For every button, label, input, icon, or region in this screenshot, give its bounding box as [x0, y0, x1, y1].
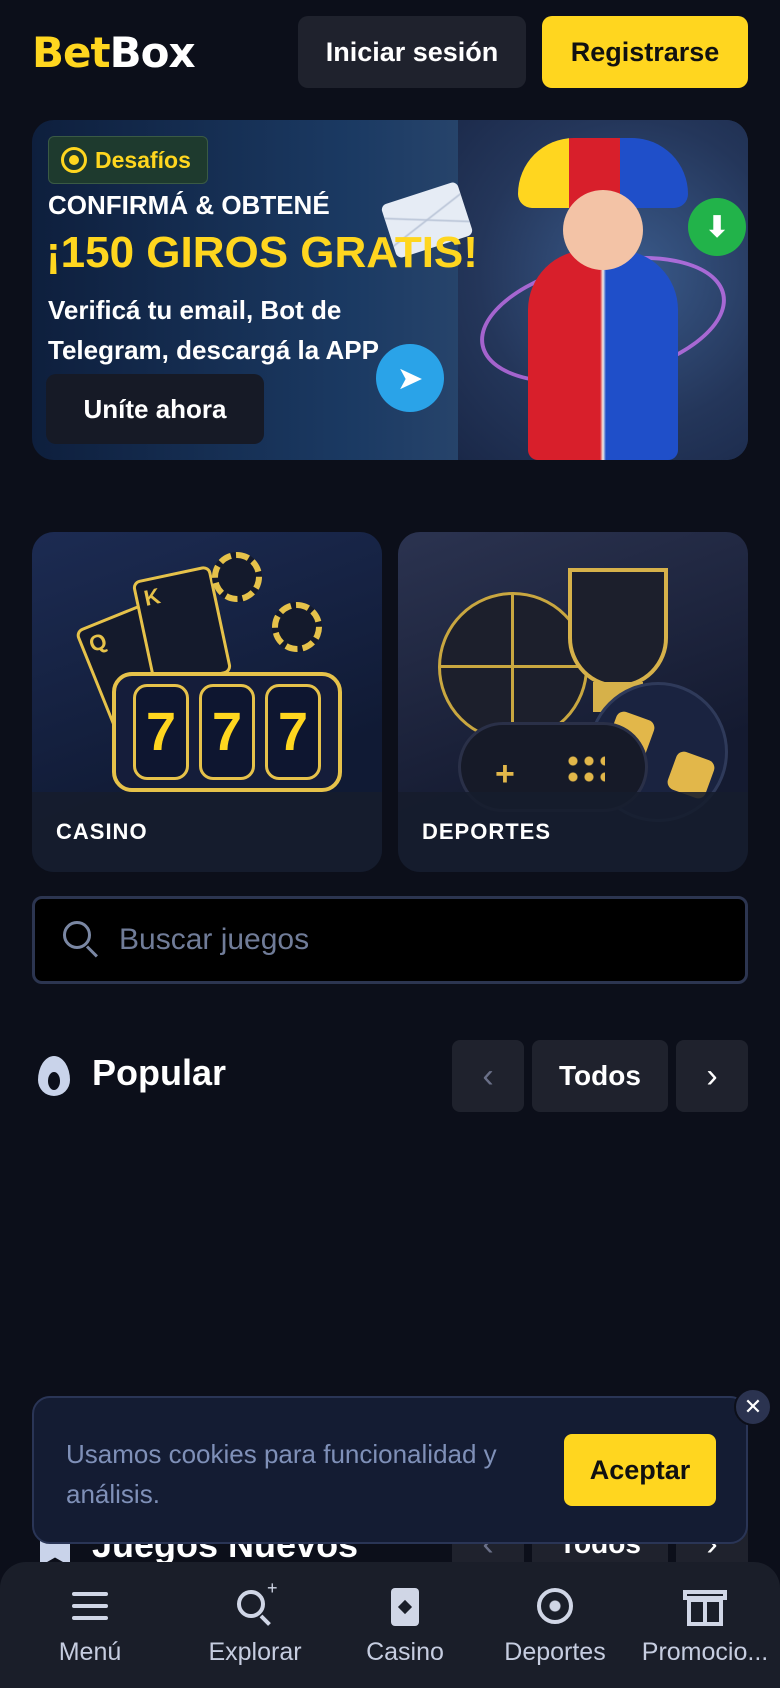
nav-label-sports: Deportes	[504, 1638, 606, 1666]
search-bar[interactable]	[32, 896, 748, 984]
explore-icon-plus: +	[267, 1578, 278, 1598]
jester-illustration	[458, 120, 748, 460]
popular-title: Popular	[92, 1052, 227, 1093]
cookie-accept-button[interactable]: Aceptar	[564, 1434, 716, 1506]
popular-section-header: Popular ‹ Todos ›	[32, 1040, 748, 1112]
download-icon: ⬇	[688, 198, 746, 256]
dpad-glyph: +	[495, 755, 515, 793]
popular-next-button[interactable]: ›	[676, 1040, 748, 1112]
nav-item-explore[interactable]: + Explorar	[180, 1562, 330, 1688]
promo-banner[interactable]: ➤ ⬇ Desafíos CONFIRMÁ & OBTENÉ ¡150 GIRO…	[32, 120, 748, 460]
slot-reel: 7	[199, 684, 255, 780]
casino-chip-icon	[272, 602, 322, 652]
cookie-banner: Usamos cookies para funcionalidad y anál…	[32, 1396, 748, 1544]
challenges-badge-label: Desafíos	[95, 146, 191, 173]
menu-bar	[72, 1592, 108, 1596]
logo-part-box: Box	[109, 27, 196, 77]
gift-icon	[683, 1584, 727, 1628]
jester-body	[528, 250, 678, 460]
explore-icon-handle	[259, 1614, 271, 1626]
gamepad-buttons	[565, 753, 605, 783]
menu-icon	[68, 1584, 112, 1628]
jester-head	[563, 190, 643, 270]
login-button[interactable]: Iniciar sesión	[298, 16, 526, 88]
slot-machine-icon: 7 7 7	[112, 672, 342, 792]
flame-icon	[38, 1056, 70, 1096]
nav-item-promotions[interactable]: Promocio...	[630, 1562, 780, 1688]
cookie-text: Usamos cookies para funcionalidad y anál…	[66, 1439, 497, 1509]
search-icon-handle	[85, 945, 98, 958]
category-label-casino: CASINO	[32, 792, 382, 872]
logo-part-bet: Bet	[32, 27, 111, 77]
banner-title: ¡150 GIROS GRATIS!	[46, 228, 478, 277]
banner-description: Verificá tu email, Bot de Telegram, desc…	[48, 295, 379, 365]
register-button[interactable]: Registrarse	[542, 16, 748, 88]
explore-icon-circle	[237, 1590, 265, 1618]
casino-card-shape	[391, 1588, 419, 1626]
casino-chip-icon	[212, 552, 262, 602]
betbox-logo[interactable]: BetBox	[32, 27, 196, 77]
bottom-navigation: Menú + Explorar Casino Deportes Promocio…	[0, 1562, 780, 1688]
join-now-button[interactable]: Uníte ahora	[46, 374, 264, 444]
soccer-ball-shape	[537, 1588, 573, 1624]
menu-bar	[72, 1604, 108, 1608]
basketball-icon	[438, 592, 588, 742]
slot-reel: 7	[133, 684, 189, 780]
nav-item-casino[interactable]: Casino	[330, 1562, 480, 1688]
target-icon	[61, 147, 87, 173]
nav-label-casino: Casino	[366, 1638, 444, 1666]
soccer-ball-icon	[533, 1584, 577, 1628]
gift-box	[687, 1598, 723, 1626]
category-card-casino[interactable]: Q K 7 7 7 CASINO	[32, 532, 382, 872]
search-icon	[63, 921, 98, 959]
app-header: BetBox Iniciar sesión Registrarse	[0, 0, 780, 104]
slot-reel: 7	[265, 684, 321, 780]
search-input[interactable]	[119, 923, 679, 957]
nav-label-menu: Menú	[58, 1638, 122, 1666]
casino-icon	[383, 1584, 427, 1628]
close-icon[interactable]: ✕	[734, 1388, 772, 1426]
trophy-icon	[568, 568, 668, 688]
banner-kicker: CONFIRMÁ & OBTENÉ	[48, 190, 330, 220]
nav-label-promotions: Promocio...	[641, 1638, 769, 1666]
nav-item-menu[interactable]: Menú	[0, 1562, 180, 1688]
popular-all-button[interactable]: Todos	[532, 1040, 668, 1112]
nav-label-explore: Explorar	[208, 1638, 302, 1666]
category-card-sports[interactable]: + DEPORTES	[398, 532, 748, 872]
menu-bar	[72, 1616, 108, 1620]
popular-prev-button[interactable]: ‹	[452, 1040, 524, 1112]
challenges-badge: Desafíos	[48, 136, 208, 184]
category-label-sports: DEPORTES	[398, 792, 748, 872]
nav-item-sports[interactable]: Deportes	[480, 1562, 630, 1688]
explore-icon: +	[233, 1578, 278, 1628]
